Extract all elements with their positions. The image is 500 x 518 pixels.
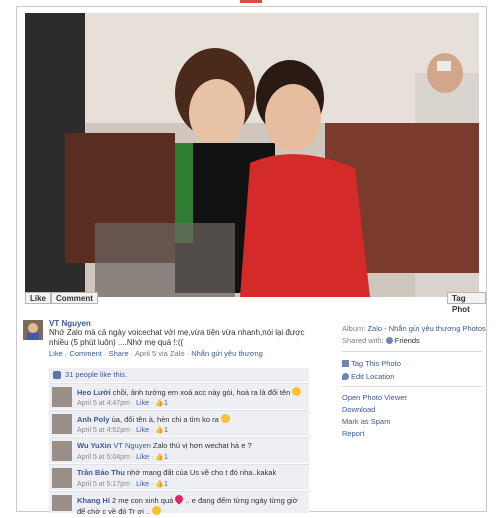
likes-summary[interactable]: 31 people like this.	[49, 368, 309, 382]
commenter-avatar[interactable]	[52, 495, 72, 511]
post-timestamp: April 5 via Zalo	[134, 349, 185, 358]
tag-icon	[342, 360, 349, 367]
comment-text: 2 mẹ con xinh quá	[112, 496, 174, 505]
share-link[interactable]: Share	[109, 349, 129, 358]
thumbs-up-icon: 👍	[155, 481, 164, 488]
mark-as-spam-link[interactable]: Mark as Spam	[342, 417, 390, 426]
smile-icon	[152, 505, 162, 515]
author-name[interactable]: VT Nguyen	[49, 319, 91, 328]
comment-time[interactable]: April 5 at 5:17pm	[77, 481, 130, 488]
post-actions: Like · Comment · Share · April 5 via Zal…	[49, 349, 263, 358]
shared-with-value[interactable]: Friends	[395, 336, 420, 345]
comment-text: chồi, ảnh tướng em xoá acc này gòi, hoá …	[112, 388, 291, 397]
comment-time[interactable]: April 5 at 5:04pm	[77, 454, 130, 461]
photo-comment-button[interactable]: Comment	[51, 292, 98, 304]
comment-like-link[interactable]: Like	[136, 481, 149, 488]
comment-item: Khang Hí 2 mẹ con xinh quá .. e đang đếm…	[49, 491, 309, 516]
edit-location-link[interactable]: Edit Location	[351, 372, 394, 381]
photo[interactable]	[25, 13, 479, 297]
album-link[interactable]: Nhắn gửi yêu thương	[191, 349, 263, 358]
likes-count-text[interactable]: 31 people like this.	[65, 370, 127, 379]
thumbs-up-icon: 👍	[155, 400, 164, 407]
commenter-name[interactable]: Wu YuXin	[77, 441, 111, 450]
thumbs-up-icon: 👍	[155, 427, 164, 434]
album-value-link[interactable]: Zalo - Nhắn gửi yêu thương Photos	[367, 324, 485, 333]
sidebar-divider	[342, 351, 482, 352]
comment-like-count[interactable]: 1	[164, 454, 168, 461]
comment-link[interactable]: Comment	[69, 349, 102, 358]
commenter-name[interactable]: Khang Hí	[77, 496, 110, 505]
smile-icon	[220, 414, 230, 423]
photo-image	[25, 13, 479, 297]
comment-item: Trần Bảo Thu nhớ mang đất của Us về cho …	[49, 464, 309, 490]
tag-this-photo-link[interactable]: Tag This Photo	[351, 359, 401, 368]
top-red-mark	[240, 0, 262, 3]
commenter-avatar[interactable]	[52, 414, 72, 434]
comment-like-link[interactable]: Like	[136, 427, 149, 434]
like-link[interactable]: Like	[49, 349, 63, 358]
comment-like-link[interactable]: Like	[136, 400, 149, 407]
commenter-avatar[interactable]	[52, 468, 72, 488]
comment-time[interactable]: April 5 at 4:47pm	[77, 400, 130, 407]
tag-photo-button[interactable]: Tag Phot	[447, 292, 486, 314]
heart-icon	[173, 493, 186, 505]
download-link[interactable]: Download	[342, 405, 375, 414]
comment-like-count[interactable]: 1	[164, 400, 168, 407]
thumbs-up-icon: 👍	[155, 454, 164, 461]
photo-page-frame: Like Comment Tag Phot VT Nguyen Nhớ Zalo…	[16, 6, 487, 516]
post-caption: Nhớ Zalo mà cả ngày voicechat với mẹ,vừa…	[49, 328, 305, 347]
author-avatar[interactable]	[23, 320, 43, 340]
comment-item: Anh Poly ủa, đổi tên à, hèn chi a tìm ko…	[49, 410, 309, 436]
mention-link[interactable]: VT Nguyen	[113, 441, 150, 450]
sidebar-divider	[342, 386, 482, 387]
photo-like-button[interactable]: Like	[25, 292, 52, 304]
comment-like-link[interactable]: Like	[136, 454, 149, 461]
location-pin-icon	[342, 373, 349, 380]
open-photo-viewer-link[interactable]: Open Photo Viewer	[342, 393, 407, 402]
smile-icon	[292, 387, 302, 396]
commenter-name[interactable]: Heo Lười	[77, 388, 111, 397]
comment-like-count[interactable]: 1	[164, 481, 168, 488]
commenter-avatar[interactable]	[52, 387, 72, 407]
album-label: Album:	[342, 324, 366, 333]
commenter-avatar[interactable]	[52, 441, 72, 461]
comment-like-count[interactable]: 1	[164, 427, 168, 434]
comment-text: ủa, đổi tên à, hèn chi a tìm ko ra	[111, 415, 219, 424]
comment-item: Wu YuXin VT Nguyen Zalo thú vị hơn wecha…	[49, 437, 309, 463]
report-link[interactable]: Report	[342, 429, 365, 438]
comment-item: Heo Lười chồi, ảnh tướng em xoá acc này …	[49, 383, 309, 409]
comment-text-continued: .. e đang đếm từng ngày từng giờ để chờ …	[77, 496, 298, 516]
thumbs-up-icon	[53, 371, 61, 379]
comment-text: nhớ mang đất của Us về cho t đó nha..kak…	[127, 468, 277, 477]
friends-icon	[385, 337, 393, 344]
comment-time[interactable]: April 5 at 4:52pm	[77, 427, 130, 434]
shared-with-label: Shared with:	[342, 336, 384, 345]
commenter-name[interactable]: Trần Bảo Thu	[77, 468, 125, 477]
comment-text: Zalo thú vị hơn wechat hả e ?	[152, 441, 252, 450]
commenter-name[interactable]: Anh Poly	[77, 415, 110, 424]
